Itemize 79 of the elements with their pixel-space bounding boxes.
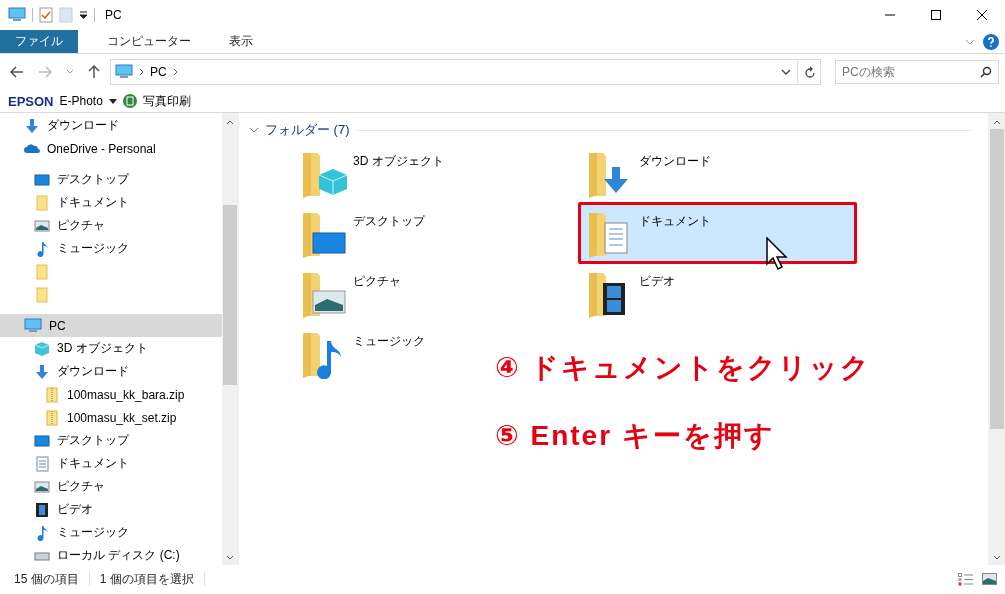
nav-item[interactable]: 100masu_kk_set.zip <box>0 406 222 429</box>
ribbon-tab[interactable]: ファイル <box>0 30 78 53</box>
chevron-down-icon[interactable] <box>992 555 1001 561</box>
nav-item[interactable]: ピクチャ <box>0 475 222 498</box>
checklist-icon[interactable] <box>39 7 53 23</box>
address-bar[interactable]: PC <box>110 59 821 85</box>
computer-icon[interactable] <box>8 7 26 23</box>
details-view-icon[interactable] <box>958 572 974 586</box>
breadcrumb[interactable]: PC <box>150 65 167 79</box>
maximize-icon[interactable] <box>930 9 942 21</box>
scrollbar[interactable] <box>988 113 1005 565</box>
refresh-icon[interactable] <box>804 65 816 79</box>
computer-icon <box>115 64 133 80</box>
folder-tile[interactable]: ビデオ <box>581 265 769 321</box>
landscape-picture-icon <box>34 478 50 495</box>
nav-item[interactable]: ローカル ディスク (C:) <box>0 544 222 565</box>
nav-item[interactable]: ダウンロード <box>0 360 222 383</box>
chevron-up-icon[interactable] <box>226 119 234 125</box>
up-arrow-icon[interactable] <box>88 65 100 79</box>
window-title: PC <box>105 8 122 22</box>
nav-item[interactable]: ピクチャ <box>0 214 222 237</box>
back-arrow-icon[interactable] <box>10 66 24 78</box>
caret-icon[interactable] <box>79 11 88 19</box>
chevron-icon[interactable] <box>249 127 259 133</box>
printer-icon[interactable] <box>122 94 137 108</box>
nav-item[interactable]: 3D オブジェクト <box>0 337 222 360</box>
nav-item[interactable]: 100masu_kk_bara.zip <box>0 383 222 406</box>
folder-icon <box>34 194 50 211</box>
selection-count: 1 個の項目を選択 <box>99 570 194 588</box>
scrollbar[interactable] <box>222 113 238 565</box>
zipper-folder-icon <box>44 409 60 426</box>
film-strip-icon <box>34 501 50 518</box>
chevron-down-icon[interactable] <box>226 555 234 561</box>
nav-item[interactable]: ミュージック <box>0 237 222 260</box>
folder-tile[interactable]: ダウンロード <box>581 145 769 201</box>
folder-tile[interactable]: 3D オブジェクト <box>295 145 483 201</box>
zipper-folder-icon <box>44 386 60 403</box>
group-header[interactable]: フォルダー (7) <box>249 121 350 139</box>
folder-tile[interactable]: デスクトップ <box>295 205 483 261</box>
chevron-right-icon[interactable] <box>172 68 178 76</box>
folder-icon <box>34 286 50 303</box>
mouse-pointer-icon <box>766 237 788 271</box>
instruction-text: ⑤ Enter キーを押す <box>495 419 775 453</box>
landscape-picture-icon <box>34 217 50 234</box>
ribbon-tab[interactable]: コンピューター <box>92 30 206 53</box>
down-arrow-icon <box>34 363 50 380</box>
caret-icon[interactable] <box>108 98 117 104</box>
ribbon-tab[interactable]: 表示 <box>214 30 268 53</box>
close-icon[interactable] <box>976 9 988 21</box>
chevron-up-icon[interactable] <box>992 119 1001 125</box>
nav-item[interactable]: PC <box>0 314 222 337</box>
nav-item[interactable]: デスクトップ <box>0 429 222 452</box>
item-count: 15 個の項目 <box>14 570 79 588</box>
search-field[interactable]: PCの検索 <box>835 60 999 84</box>
chevron-right-icon[interactable] <box>139 68 144 76</box>
nav-item[interactable]: ドキュメント <box>0 191 222 214</box>
search-icon[interactable] <box>980 66 992 78</box>
nav-item[interactable]: OneDrive - Personal <box>0 137 222 160</box>
nav-item[interactable]: ミュージック <box>0 521 222 544</box>
nav-item[interactable]: ビデオ <box>0 498 222 521</box>
nav-item[interactable]: デスクトップ <box>0 168 222 191</box>
nav-item[interactable]: ドキュメント <box>0 452 222 475</box>
large-icons-view-icon[interactable] <box>982 572 997 585</box>
photo-print-button[interactable]: 写真印刷 <box>142 92 191 110</box>
monitor-icon <box>34 432 50 449</box>
cube-icon <box>34 340 50 357</box>
computer-icon <box>24 317 42 334</box>
folder-tile[interactable]: ピクチャ <box>295 265 483 321</box>
chevron-down-icon[interactable] <box>781 69 791 75</box>
nav-item[interactable]: ダウンロード <box>0 114 222 137</box>
brand-logo: EPSON <box>8 93 54 109</box>
folder-icon <box>34 263 50 280</box>
monitor-icon <box>34 171 50 188</box>
help-icon[interactable] <box>983 33 999 50</box>
folder-tile[interactable]: ミュージック <box>295 325 483 381</box>
instruction-text: ④ ドキュメントをクリック <box>495 351 872 385</box>
down-arrow-icon <box>24 117 40 134</box>
text-document-icon <box>34 455 50 472</box>
app-dropdown[interactable]: E-Photo <box>59 94 117 108</box>
